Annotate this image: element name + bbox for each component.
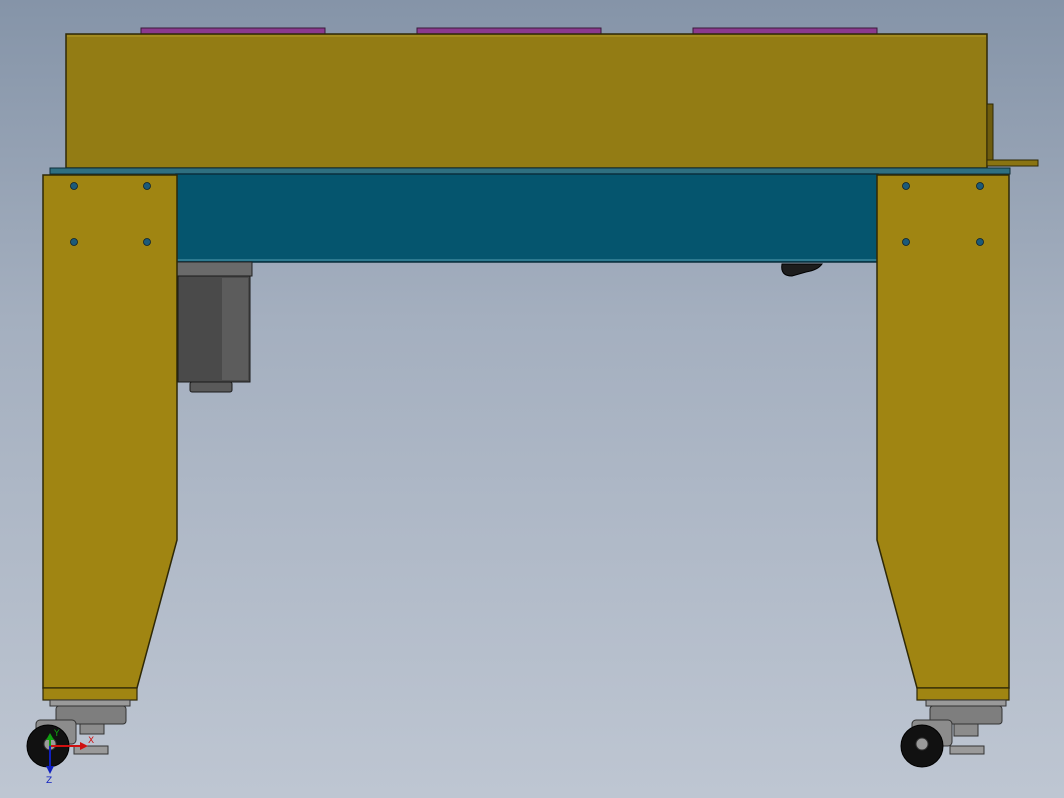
housing-side-bracket	[986, 103, 994, 165]
housing[interactable]	[49, 33, 1039, 175]
bolt-icon	[902, 182, 910, 190]
model-scene[interactable]: X Y Z	[0, 0, 1064, 798]
motor-body-shade	[222, 278, 248, 380]
triad-x-label: X	[88, 736, 94, 746]
bolt-icon	[70, 182, 78, 190]
bolt-icon	[976, 238, 984, 246]
leveling-foot	[953, 723, 979, 737]
leveling-foot	[79, 723, 105, 735]
bolt-icon	[70, 238, 78, 246]
z-axis-arrowhead-icon	[46, 766, 54, 774]
caster-top-plate	[49, 699, 131, 707]
beam-lever-handle[interactable]	[781, 263, 823, 277]
cross-beam[interactable]	[175, 173, 879, 263]
top-pad-left	[140, 27, 326, 35]
bolt-icon	[902, 238, 910, 246]
triad-z-label: Z	[46, 776, 52, 786]
bolt-icon	[143, 182, 151, 190]
left-leg[interactable]	[42, 174, 178, 701]
left-caster[interactable]	[26, 699, 131, 768]
housing-flange	[986, 159, 1039, 167]
motor-end-cap	[189, 381, 233, 393]
right-leg[interactable]	[876, 174, 1010, 701]
left-leg-panel[interactable]	[42, 174, 178, 689]
beam-body[interactable]	[175, 173, 879, 263]
top-pads	[140, 27, 878, 35]
bolt-icon	[143, 238, 151, 246]
right-leg-panel[interactable]	[876, 174, 1010, 689]
top-pad-right	[692, 27, 878, 35]
triad-y-label: Y	[53, 729, 60, 739]
housing-body[interactable]	[65, 33, 988, 169]
top-pad-center	[416, 27, 602, 35]
caster-hub	[915, 737, 929, 751]
leveling-foot-pad	[73, 745, 109, 755]
bolt-icon	[976, 182, 984, 190]
motor-mount-plate	[175, 261, 253, 277]
leveling-foot-pad	[949, 745, 985, 755]
right-leg-foot-plate	[916, 687, 1010, 701]
caster-top-plate	[925, 699, 1007, 707]
graphics-viewport[interactable]: X Y Z	[0, 0, 1064, 798]
left-leg-foot-plate	[42, 687, 138, 701]
right-caster[interactable]	[900, 699, 1007, 768]
housing-base-strip	[49, 167, 1011, 175]
motor[interactable]	[175, 261, 253, 393]
